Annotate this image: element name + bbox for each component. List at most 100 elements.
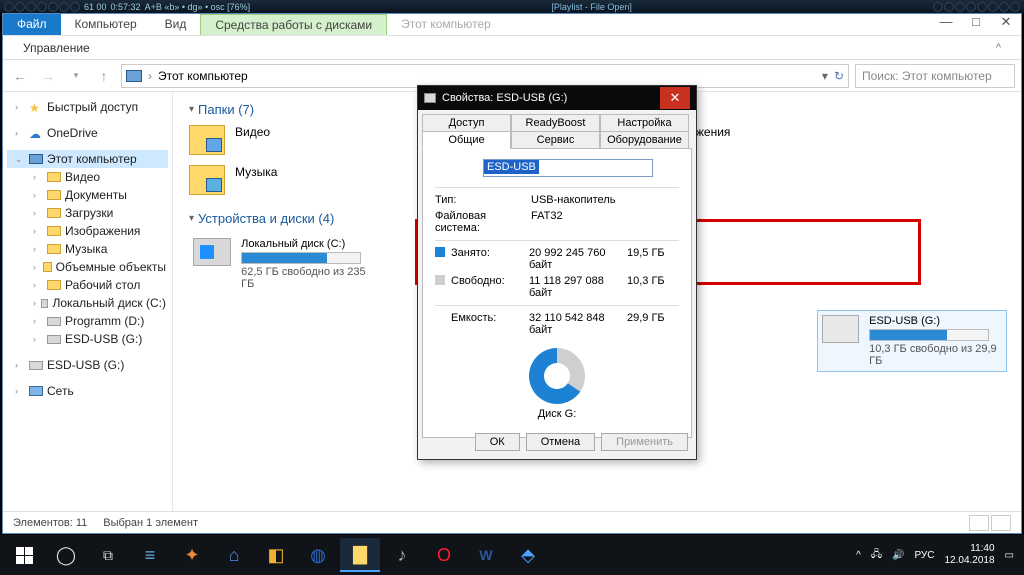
sidebar-this-pc[interactable]: ⌄Этот компьютер: [7, 150, 168, 168]
tab-readyboost[interactable]: ReadyBoost: [511, 114, 600, 132]
status-count: Элементов: 11: [13, 517, 87, 529]
breadcrumb[interactable]: Этот компьютер: [158, 69, 248, 83]
taskbar-opera[interactable]: O: [424, 538, 464, 572]
dropdown-icon[interactable]: ▾: [822, 69, 828, 83]
tray-language[interactable]: РУС: [914, 550, 934, 561]
tray-volume-icon[interactable]: 🔊: [892, 550, 904, 561]
recent-button[interactable]: ▾: [65, 65, 87, 87]
sidebar-item-drive-c[interactable]: ›Локальный диск (C:): [7, 294, 168, 312]
player-info: A+B «b» • dg» • osc [76%]: [145, 2, 251, 12]
pc-icon: [126, 70, 142, 82]
taskview-icon[interactable]: ⧉: [88, 538, 128, 572]
taskbar-app[interactable]: ◧: [256, 538, 296, 572]
folder-music[interactable]: Музыка: [189, 165, 349, 195]
taskbar-app[interactable]: ◍: [298, 538, 338, 572]
drive-c-tile[interactable]: Локальный диск (C:) 62,5 ГБ свободно из …: [189, 234, 379, 294]
sidebar-item-desktop[interactable]: ›Рабочий стол: [7, 276, 168, 294]
sidebar-item-downloads[interactable]: ›Загрузки: [7, 204, 168, 222]
apply-button[interactable]: Применить: [601, 433, 688, 451]
player-title: [Playlist - File Open]: [254, 2, 929, 12]
sidebar-item-pictures[interactable]: ›Изображения: [7, 222, 168, 240]
tab-general[interactable]: Общие: [422, 131, 511, 149]
taskbar-app[interactable]: ♪: [382, 538, 422, 572]
drive-tools-tab[interactable]: Средства работы с дисками: [200, 14, 387, 35]
taskbar: ◯ ⧉ ≡ ✦ ⌂ ◧ ◍ ▇ ♪ O W ⬘ ^ 🖧 🔊 РУС 11:401…: [0, 535, 1024, 575]
tiles-view-button[interactable]: [991, 515, 1011, 531]
dialog-titlebar[interactable]: Свойства: ESD-USB (G:) ✕: [418, 86, 696, 110]
tab-settings[interactable]: Настройка: [600, 114, 689, 132]
tray-notifications-icon[interactable]: ▭: [1005, 550, 1014, 561]
details-view-button[interactable]: [969, 515, 989, 531]
sidebar-quick-access[interactable]: ›★Быстрый доступ: [7, 98, 168, 116]
sidebar-item-documents[interactable]: ›Документы: [7, 186, 168, 204]
tab-access[interactable]: Доступ: [422, 114, 511, 132]
sidebar-item-3dobjects[interactable]: ›Объемные объекты: [7, 258, 168, 276]
dialog-tabs: Доступ ReadyBoost Настройка Общие Сервис…: [418, 110, 696, 148]
volume-name-input[interactable]: ESD-USB: [483, 159, 653, 177]
player-time: 0:57:32: [111, 2, 141, 12]
sidebar-esd-usb[interactable]: ›ESD-USB (G:): [7, 356, 168, 374]
taskbar-word[interactable]: W: [466, 538, 506, 572]
folder-videos[interactable]: Видео: [189, 125, 349, 155]
status-bar: Элементов: 11 Выбран 1 элемент: [3, 511, 1021, 533]
search-input[interactable]: Поиск: Этот компьютер: [855, 64, 1015, 88]
taskbar-app[interactable]: ⬘: [508, 538, 548, 572]
taskbar-app[interactable]: ⌂: [214, 538, 254, 572]
ok-button[interactable]: ОК: [475, 433, 520, 451]
ribbon-tabs: Файл Компьютер Вид Средства работы с дис…: [3, 14, 1021, 36]
up-button[interactable]: ↑: [93, 65, 115, 87]
free-color-icon: [435, 275, 445, 285]
player-track: 61 00: [84, 2, 107, 12]
navigation-pane: ›★Быстрый доступ ›☁OneDrive ⌄Этот компью…: [3, 92, 173, 511]
ribbon-row: Управление ^: [3, 36, 1021, 60]
system-tray[interactable]: ^ 🖧 🔊 РУС 11:4012.04.2018 ▭: [856, 543, 1020, 567]
search-icon[interactable]: ◯: [46, 538, 86, 572]
disk-label: Диск G:: [435, 408, 679, 420]
refresh-icon[interactable]: ↻: [834, 69, 844, 83]
back-button[interactable]: ←: [9, 65, 31, 87]
sidebar-onedrive[interactable]: ›☁OneDrive: [7, 124, 168, 142]
view-tab[interactable]: Вид: [151, 14, 201, 35]
usb-drive-icon: [822, 315, 859, 343]
capacity-row: Емкость:32 110 542 848 байт29,9 ГБ: [435, 310, 679, 338]
drive-g-tile[interactable]: ESD-USB (G:) 10,3 ГБ свободно из 29,9 ГБ: [817, 310, 1007, 372]
tray-chevron-icon[interactable]: ^: [856, 550, 861, 561]
forward-button[interactable]: →: [37, 65, 59, 87]
media-player-bar: 61 00 0:57:32 A+B «b» • dg» • osc [76%] …: [0, 0, 1024, 13]
properties-dialog: Свойства: ESD-USB (G:) ✕ Доступ ReadyBoo…: [417, 85, 697, 460]
free-space-row: Свободно:11 118 297 088 байт10,3 ГБ: [435, 273, 679, 301]
taskbar-app[interactable]: ≡: [130, 538, 170, 572]
sidebar-item-videos[interactable]: ›Видео: [7, 168, 168, 186]
file-tab[interactable]: Файл: [3, 14, 61, 35]
sidebar-item-drive-d[interactable]: ›Programm (D:): [7, 312, 168, 330]
tray-clock[interactable]: 11:4012.04.2018: [944, 543, 994, 567]
folder-icon: [189, 165, 225, 195]
taskbar-app[interactable]: ✦: [172, 538, 212, 572]
start-button[interactable]: [4, 538, 44, 572]
drive-icon: [193, 238, 231, 266]
drive-small-icon: [424, 93, 436, 103]
player-button[interactable]: [4, 2, 14, 12]
dialog-pane: ESD-USB Тип:USB-накопитель Файловая сист…: [422, 148, 692, 438]
cancel-button[interactable]: Отмена: [526, 433, 595, 451]
usage-pie-chart: [529, 348, 585, 404]
address-field[interactable]: › Этот компьютер ▾↻: [121, 64, 849, 88]
tab-hardware[interactable]: Оборудование: [600, 131, 689, 149]
sidebar-item-drive-g[interactable]: ›ESD-USB (G:): [7, 330, 168, 348]
tray-network-icon[interactable]: 🖧: [871, 547, 882, 564]
sidebar-network[interactable]: ›Сеть: [7, 382, 168, 400]
dialog-close-button[interactable]: ✕: [660, 87, 690, 109]
ribbon-collapse-icon[interactable]: ^: [996, 42, 1001, 54]
used-color-icon: [435, 247, 445, 257]
computer-tab[interactable]: Компьютер: [61, 14, 151, 35]
sidebar-item-music[interactable]: ›Музыка: [7, 240, 168, 258]
status-selection: Выбран 1 элемент: [103, 517, 198, 529]
close-button[interactable]: ✕: [991, 14, 1021, 35]
context-tab: Этот компьютер: [387, 14, 505, 35]
used-space-row: Занято:20 992 245 760 байт19,5 ГБ: [435, 245, 679, 273]
maximize-button[interactable]: □: [961, 14, 991, 35]
taskbar-explorer[interactable]: ▇: [340, 538, 380, 572]
ribbon-manage[interactable]: Управление: [23, 41, 90, 55]
tab-service[interactable]: Сервис: [511, 131, 600, 149]
minimize-button[interactable]: —: [931, 14, 961, 35]
